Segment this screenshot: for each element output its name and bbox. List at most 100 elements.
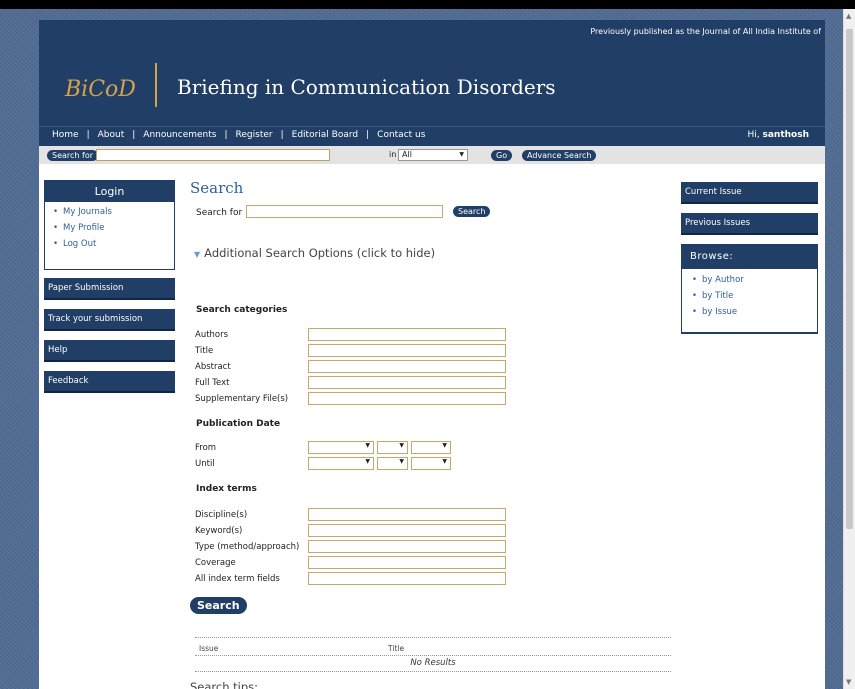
browse-by-issue-link[interactable]: by Issue [692,307,817,317]
nav-separator: | [86,130,90,140]
track-submission-button[interactable]: Track your submission [44,309,175,331]
top-search-bar: Search for in All ▼ Go Advance Search [39,146,825,164]
advanced-search-submit-button[interactable]: Search [190,597,247,614]
index-terms-heading: Index terms [196,484,257,494]
chevron-down-icon: ▼ [459,151,464,158]
main-content: Search Search for Search ▼ Additional Sea… [190,177,675,689]
nav-about[interactable]: About [98,130,125,140]
page-container: Previously published as the Journal of A… [39,20,825,689]
nav-home[interactable]: Home [52,130,79,140]
all-index-fields-label: All index term fields [195,574,280,584]
chevron-down-icon: ▼ [442,442,447,449]
keywords-input[interactable] [308,524,506,537]
nav-separator: | [280,130,284,140]
chevron-down-icon: ▼ [399,458,404,465]
left-sidebar: Login My Journals My Profile Log Out Pap… [44,180,175,393]
from-year-select[interactable]: ▼ [411,441,451,454]
chevron-down-icon: ▼ [442,458,447,465]
publication-date-heading: Publication Date [196,419,281,429]
chevron-down-icon: ▼ [365,458,370,465]
top-search-label: Search for [47,150,99,161]
coverage-label: Coverage [195,558,236,568]
browse-title: Browse: [682,245,817,269]
paper-submission-button[interactable]: Paper Submission [44,278,175,300]
from-month-select[interactable]: ▼ [308,441,374,454]
logo-divider [155,63,157,107]
from-day-select[interactable]: ▼ [377,441,408,454]
my-profile-link[interactable]: My Profile [53,223,174,233]
until-year-select[interactable]: ▼ [411,457,451,470]
scrollbar-thumb[interactable] [846,29,853,529]
advanced-search-button[interactable]: Advance Search [522,150,597,161]
browse-by-author-link[interactable]: by Author [692,275,817,285]
abstract-label: Abstract [195,362,231,372]
top-search-in-label: in [389,150,397,159]
search-button[interactable]: Search [453,206,491,217]
title-input[interactable] [308,344,506,357]
full-text-label: Full Text [195,378,230,388]
keywords-label: Keyword(s) [195,526,243,536]
feedback-button[interactable]: Feedback [44,371,175,393]
scroll-down-icon[interactable]: ▼ [846,678,851,686]
type-input[interactable] [308,540,506,553]
site-logo[interactable]: BiCoD [65,77,136,102]
authors-input[interactable] [308,328,506,341]
title-label: Title [195,346,214,356]
no-results-text: No Results [410,658,456,668]
nav-editorial-board[interactable]: Editorial Board [292,130,358,140]
site-title: Briefing in Communication Disorders [177,75,556,99]
page-title: Search [190,179,244,197]
nav-separator: | [224,130,228,140]
log-out-link[interactable]: Log Out [53,239,174,249]
top-search-scope-select[interactable]: All ▼ [398,149,468,161]
main-nav: Home | About | Announcements | Register | Ed… [39,126,825,146]
browse-links: by Author by Title by Issue [682,269,817,317]
triangle-down-icon: ▼ [194,250,201,259]
supplementary-files-label: Supplementary File(s) [195,394,289,404]
disciplines-input[interactable] [308,508,506,521]
top-search-input[interactable] [96,149,330,161]
scope-selected-value: All [402,150,412,159]
header-note: Previously published as the Journal of A… [590,27,821,36]
full-text-input[interactable] [308,376,506,389]
nav-announcements[interactable]: Announcements [143,130,216,140]
results-table-header: Issue Title [195,638,671,656]
all-index-fields-input[interactable] [308,572,506,585]
issue-column-header: Issue [199,644,219,653]
additional-options-toggle[interactable]: ▼ Additional Search Options (click to hid… [194,246,435,260]
until-day-select[interactable]: ▼ [377,457,408,470]
current-issue-button[interactable]: Current Issue [681,182,818,204]
user-greeting: Hi, santhosh [748,130,810,140]
additional-options-label: Additional Search Options (click to hide… [204,246,436,260]
date-from-label: From [195,443,217,453]
search-tips-heading: Search tips: [190,680,259,689]
my-journals-link[interactable]: My Journals [53,207,174,217]
previous-issues-button[interactable]: Previous Issues [681,213,818,235]
help-button[interactable]: Help [44,340,175,362]
site-header: Previously published as the Journal of A… [39,20,825,126]
results-table: Issue Title No Results [195,637,671,675]
disciplines-label: Discipline(s) [195,510,248,520]
login-box: Login My Journals My Profile Log Out [44,180,175,270]
scrollbar[interactable]: ▲ ▼ [843,9,855,689]
nav-separator: | [132,130,136,140]
greeting-prefix: Hi, [747,130,763,140]
until-month-select[interactable]: ▼ [308,457,374,470]
username[interactable]: santhosh [763,130,810,140]
search-input[interactable] [246,205,443,218]
authors-label: Authors [195,330,229,340]
type-label: Type (method/approach) [195,542,300,552]
scroll-up-icon[interactable]: ▲ [846,12,851,20]
results-table-divider [195,671,671,672]
right-sidebar: Current Issue Previous Issues Browse: by… [681,182,818,334]
nav-register[interactable]: Register [236,130,273,140]
search-categories-heading: Search categories [196,305,288,315]
abstract-input[interactable] [308,360,506,373]
browse-by-title-link[interactable]: by Title [692,291,817,301]
supplementary-files-input[interactable] [308,392,506,405]
login-title: Login [45,181,174,202]
coverage-input[interactable] [308,556,506,569]
browse-box: Browse: by Author by Title by Issue [681,244,818,334]
nav-contact-us[interactable]: Contact us [377,130,425,140]
go-button[interactable]: Go [491,150,513,161]
